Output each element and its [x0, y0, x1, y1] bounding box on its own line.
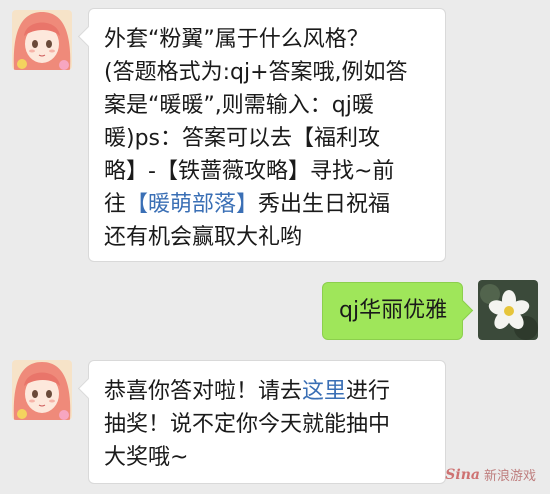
text-segment: 进行	[346, 379, 391, 404]
text-segment: 暖)ps：答案可以去【福利攻	[104, 126, 381, 151]
bubble-tail	[77, 377, 100, 400]
bubble-tail	[77, 25, 100, 48]
text-segment: 抽奖！说不定你今天就能抽中	[104, 412, 391, 437]
question-text: 外套“粉翼”属于什么风格？ (答题格式为:qj+答案哦,例如答 案是“暖暖”,则需输…	[104, 23, 445, 254]
message-line: 往【暖萌部落】秀出生日祝福	[104, 188, 445, 221]
bot-avatar[interactable]	[12, 360, 72, 420]
text-segment: 往	[104, 192, 127, 217]
message-line: 略】-【铁蔷薇攻略】寻找~前	[104, 155, 445, 188]
text-segment: 案是“暖暖”,则需输入：qj暖	[104, 93, 374, 118]
inline-link[interactable]: 这里	[302, 379, 346, 404]
text-segment: 恭喜你答对啦！请去	[104, 379, 303, 404]
text-segment: 外套“粉翼”属于什么风格？	[104, 27, 369, 52]
text-segment: 大奖哦~	[104, 445, 189, 470]
text-segment: 略】-【铁蔷薇攻略】寻找~前	[104, 159, 395, 184]
message-bubble-result: 恭喜你答对啦！请去这里进行抽奖！说不定你今天就能抽中 大奖哦~	[77, 360, 446, 484]
text-segment: (答题格式为:qj+答案哦,例如答	[104, 60, 408, 85]
message-line: 案是“暖暖”,则需输入：qj暖	[104, 89, 445, 122]
message-line: 恭喜你答对啦！请去这里进行	[104, 375, 445, 408]
text-segment: 还有机会赢取大礼哟	[104, 225, 303, 250]
answer-text: qj华丽优雅	[339, 298, 448, 323]
message-line: 大奖哦~	[104, 441, 445, 474]
bot-avatar[interactable]	[12, 10, 72, 70]
message-line: 抽奖！说不定你今天就能抽中	[104, 408, 445, 441]
text-segment: 秀出生日祝福	[258, 192, 391, 217]
result-text: 恭喜你答对啦！请去这里进行抽奖！说不定你今天就能抽中 大奖哦~	[104, 375, 445, 474]
anime-girl-avatar-icon	[12, 360, 72, 420]
message-line: (答题格式为:qj+答案哦,例如答	[104, 56, 445, 89]
white-flower-avatar-icon	[478, 280, 538, 340]
sina-watermark: Sina 新浪游戏	[445, 465, 536, 485]
bubble-tail	[451, 299, 474, 322]
anime-girl-avatar-icon	[12, 10, 72, 70]
user-avatar[interactable]	[478, 280, 538, 340]
message-bubble-answer: qj华丽优雅	[322, 282, 474, 340]
message-line: 暖)ps：答案可以去【福利攻	[104, 122, 445, 155]
message-line: 外套“粉翼”属于什么风格？	[104, 23, 445, 56]
message-bubble-question: 外套“粉翼”属于什么风格？ (答题格式为:qj+答案哦,例如答 案是“暖暖”,则需输…	[77, 8, 446, 262]
inline-link[interactable]: 【暖萌部落】	[126, 192, 258, 217]
sina-logo: Sina	[445, 466, 480, 483]
watermark-text: 新浪游戏	[483, 469, 536, 484]
message-line: 还有机会赢取大礼哟	[104, 221, 445, 254]
